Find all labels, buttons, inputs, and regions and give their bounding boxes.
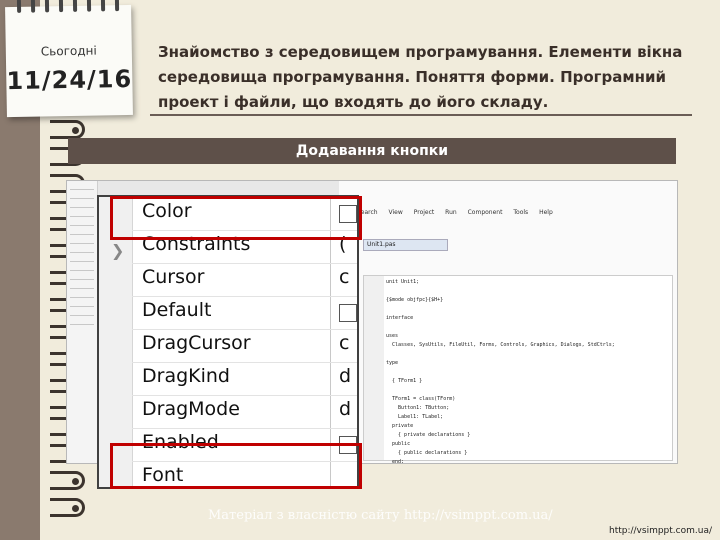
property-row[interactable]: Enabled	[132, 428, 357, 462]
property-value[interactable]: d	[339, 365, 351, 387]
property-name: DragCursor	[142, 332, 251, 354]
menu-item[interactable]: Search	[357, 209, 378, 216]
property-name: Font	[142, 464, 184, 486]
ide-menu-bar: Search View Project Run Component Tools …	[357, 209, 677, 223]
property-name: DragKind	[142, 365, 230, 387]
menu-item[interactable]: Run	[445, 209, 457, 216]
code-text: unit Unit1; {$mode objfpc}{$H+} interfac…	[386, 279, 615, 464]
code-editor-tab[interactable]: Unit1.pas	[363, 239, 448, 251]
footer-url-link[interactable]: http://vsimppt.com.ua/	[609, 526, 712, 536]
property-row[interactable]: Color	[132, 197, 357, 231]
property-row[interactable]: Default	[132, 296, 357, 330]
expand-arrow-icon: ❯	[111, 241, 125, 260]
property-name: Cursor	[142, 266, 205, 288]
watermark-text: Матеріал з власністю сайту http://vsimpp…	[208, 508, 553, 523]
date-value: 11/24/16	[6, 64, 133, 96]
property-name: Constraints	[142, 233, 251, 255]
binding-ring	[50, 471, 85, 490]
menu-item[interactable]: View	[389, 209, 403, 216]
section-header: Додавання кнопки	[68, 138, 676, 164]
property-row[interactable]: Cursor	[132, 263, 357, 297]
date-note: Сьогодні 11/24/16	[5, 0, 133, 118]
property-value[interactable]: (	[339, 233, 346, 255]
property-row[interactable]: DragCursor	[132, 329, 357, 363]
property-row[interactable]: Font	[132, 461, 357, 487]
ide-editor-panel: Search View Project Run Component Tools …	[339, 181, 677, 463]
property-value[interactable]: c	[339, 266, 349, 288]
menu-item[interactable]: Project	[414, 209, 435, 216]
slide-title: Знайомство з середовищем програмування. …	[158, 43, 683, 111]
binding-ring	[50, 120, 85, 139]
menu-item[interactable]: Component	[468, 209, 503, 216]
property-value[interactable]: d	[339, 398, 351, 420]
binding-ring	[50, 498, 85, 517]
line-gutter	[364, 276, 384, 460]
title-divider	[150, 114, 692, 116]
property-name: DragMode	[142, 398, 240, 420]
property-name: Enabled	[142, 431, 219, 453]
ide-component-tree	[67, 181, 98, 463]
property-value[interactable]: c	[339, 332, 349, 354]
property-name: Color	[142, 200, 192, 222]
property-value-box[interactable]	[339, 205, 357, 223]
menu-item[interactable]: Help	[539, 209, 553, 216]
note-spiral	[5, 0, 131, 19]
code-editor[interactable]: unit Unit1; {$mode objfpc}{$H+} interfac…	[363, 275, 673, 464]
property-row[interactable]: DragMode	[132, 395, 357, 429]
property-value-box[interactable]	[339, 304, 357, 322]
menu-item[interactable]: Tools	[513, 209, 528, 216]
property-value-box[interactable]	[339, 436, 357, 454]
object-inspector-properties: ❯ Color Constraints ( Cursor c Default DragCur…	[97, 195, 359, 489]
property-name: Default	[142, 299, 212, 321]
property-row[interactable]: DragKind	[132, 362, 357, 396]
property-row[interactable]: Constraints	[132, 230, 357, 264]
today-label: Сьогодні	[40, 43, 97, 59]
